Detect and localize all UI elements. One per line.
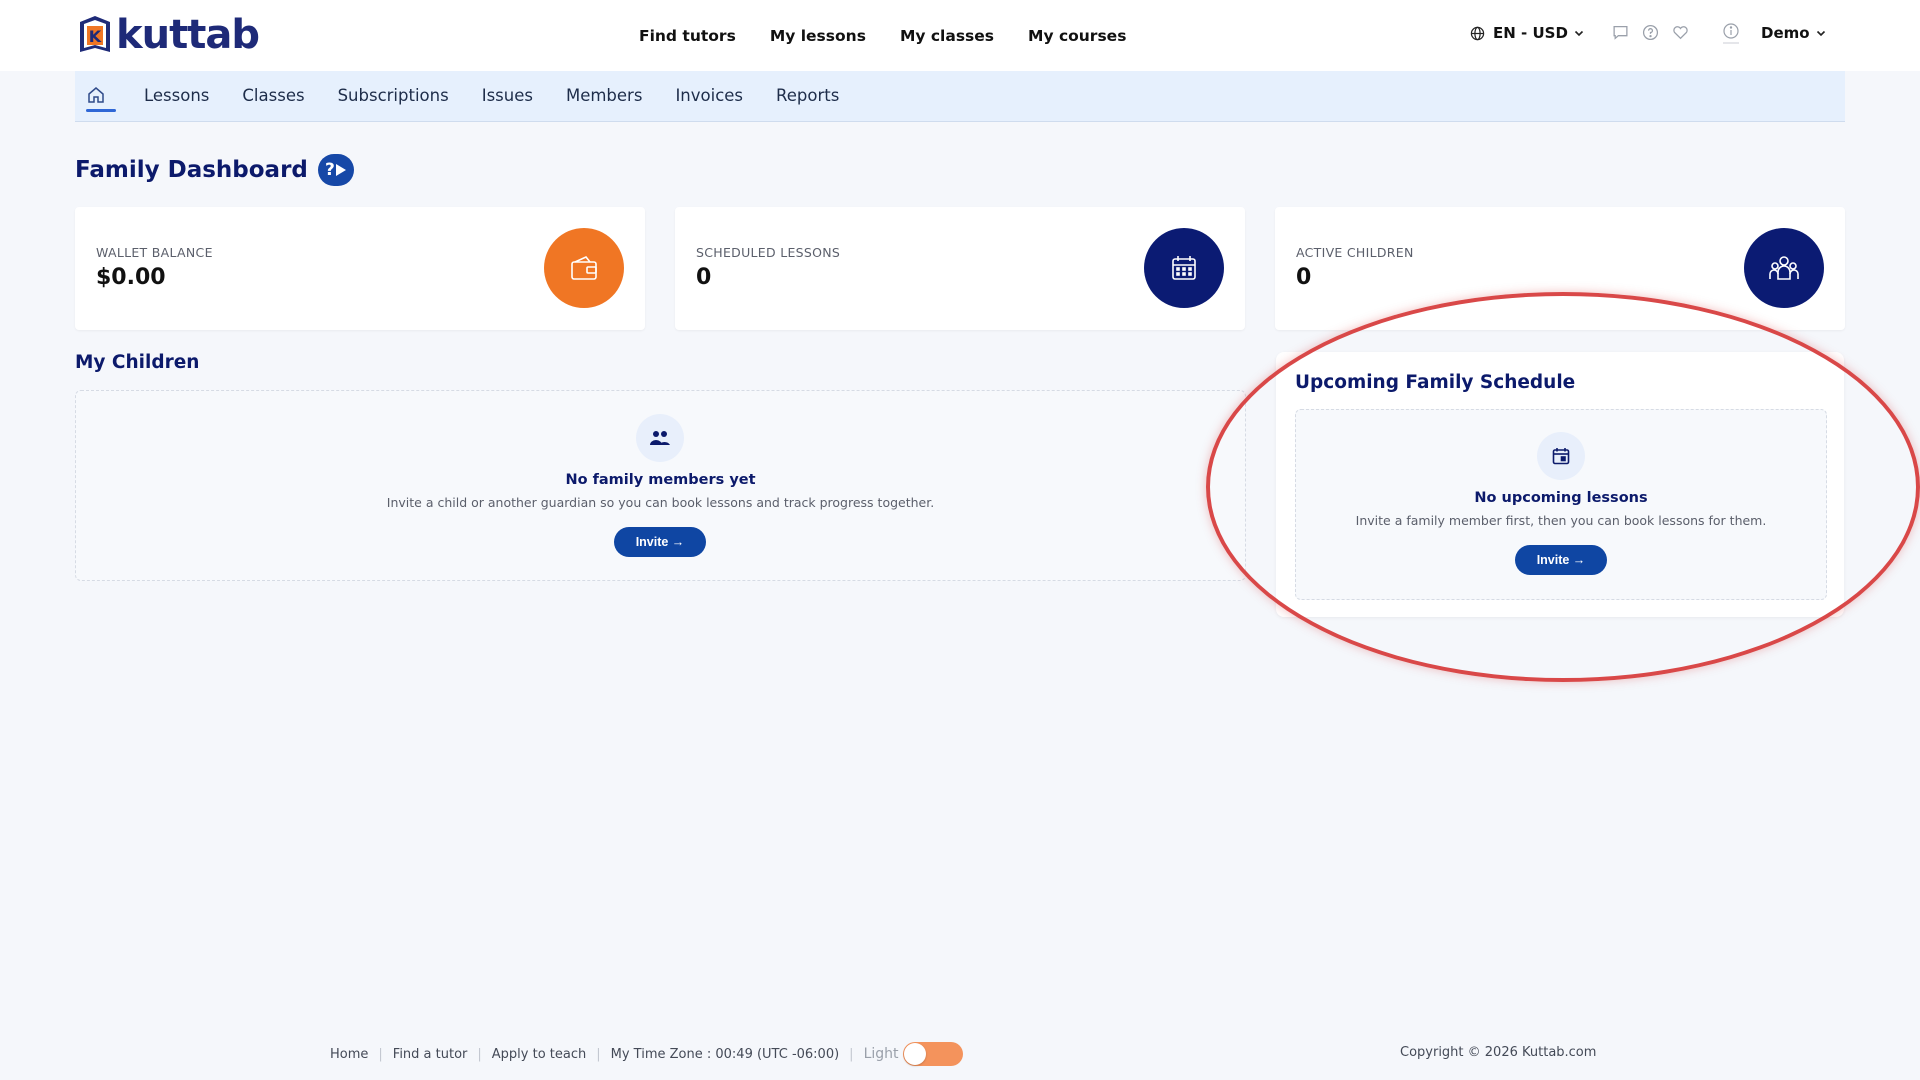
info-icon[interactable] [1722,22,1740,48]
invite-member-button[interactable]: Invite → [614,527,706,557]
favorites-heart-icon[interactable] [1672,24,1689,41]
home-icon[interactable] [86,85,108,107]
children-empty-text: Invite a child or another guardian so yo… [386,495,935,510]
footer-separator: | [477,1046,482,1062]
schedule-empty-state: No upcoming lessons Invite a family memb… [1295,409,1827,600]
help-video-button[interactable]: ? [317,154,354,186]
tab-members[interactable]: Members [566,86,642,105]
main-nav: Find tutors My lessons My classes My cou… [639,0,1160,71]
language-currency-selector[interactable]: EN - USD [1470,24,1592,42]
chevron-down-icon [1574,30,1583,37]
tab-reports[interactable]: Reports [776,86,839,105]
logo-book-icon: K [80,16,110,52]
footer-home-link[interactable]: Home [330,1047,368,1062]
invite-for-schedule-button[interactable]: Invite → [1515,545,1607,575]
nav-find-tutors[interactable]: Find tutors [639,27,736,45]
kuttab-logo[interactable]: K kuttab [76,12,260,58]
footer-timezone[interactable]: My Time Zone : 00:49 (UTC -06:00) [611,1047,840,1062]
upcoming-schedule-title: Upcoming Family Schedule [1295,372,1576,393]
footer-links: Home | Find a tutor | Apply to teach | M… [330,1042,963,1066]
tab-subscriptions[interactable]: Subscriptions [338,86,449,105]
help-question-mark: ? [324,160,335,180]
page-title-text: Family Dashboard [75,157,308,183]
tab-issues[interactable]: Issues [482,86,533,105]
theme-label: Light [863,1046,899,1062]
stat-label: SCHEDULED LESSONS [696,245,841,260]
calendar-event-icon [1537,432,1585,480]
my-children-title: My Children [75,352,200,373]
toggle-knob [903,1043,926,1065]
language-currency-label: EN - USD [1493,24,1568,42]
nav-my-courses[interactable]: My courses [1028,27,1126,45]
footer-apply-link[interactable]: Apply to teach [492,1047,586,1062]
scheduled-lessons-card: SCHEDULED LESSONS 0 [675,207,1245,330]
tab-invoices[interactable]: Invoices [675,86,743,105]
stat-label: ACTIVE CHILDREN [1296,245,1414,260]
user-name: Demo [1761,24,1810,42]
dashboard-subnav: Lessons Classes Subscriptions Issues Mem… [75,71,1845,122]
globe-icon [1470,26,1485,40]
wallet-balance-card: WALLET BALANCE $0.00 [75,207,645,330]
messages-icon[interactable] [1612,24,1629,41]
play-icon [335,164,346,176]
footer-separator: | [596,1046,601,1062]
svg-text:K: K [89,27,102,46]
active-tab-indicator [86,109,116,112]
brand-name: kuttab [116,12,260,58]
stat-value: 0 [696,265,712,290]
children-empty-state: No family members yet Invite a child or … [75,390,1246,581]
nav-my-lessons[interactable]: My lessons [770,27,866,45]
calendar-icon [1144,228,1224,308]
schedule-empty-text: Invite a family member first, then you c… [1355,513,1767,528]
nav-my-classes[interactable]: My classes [900,27,994,45]
top-header: K kuttab Find tutors My lessons My class… [0,0,1920,71]
footer-copyright: Copyright © 2026 Kuttab.com [1400,1045,1597,1060]
footer-separator: | [849,1046,854,1062]
active-children-card: ACTIVE CHILDREN 0 [1275,207,1845,330]
stat-value: 0 [1296,265,1312,290]
stat-label: WALLET BALANCE [96,245,213,260]
upcoming-schedule-card: Upcoming Family Schedule No upcoming les… [1276,352,1844,617]
wallet-icon [544,228,624,308]
page-title: Family Dashboard ? [75,154,354,186]
theme-toggle[interactable] [902,1042,963,1066]
tab-lessons[interactable]: Lessons [144,86,209,105]
people-icon [636,414,684,462]
chevron-down-icon [1816,30,1825,37]
tab-classes[interactable]: Classes [242,86,304,105]
footer-separator: | [378,1046,383,1062]
stat-value: $0.00 [96,265,166,290]
user-menu[interactable]: Demo [1761,24,1826,42]
help-icon[interactable] [1642,24,1659,41]
footer-find-tutor-link[interactable]: Find a tutor [393,1047,468,1062]
schedule-empty-title: No upcoming lessons [1474,490,1648,506]
family-icon [1744,228,1824,308]
children-empty-title: No family members yet [565,472,756,488]
header-icons [1612,24,1702,41]
